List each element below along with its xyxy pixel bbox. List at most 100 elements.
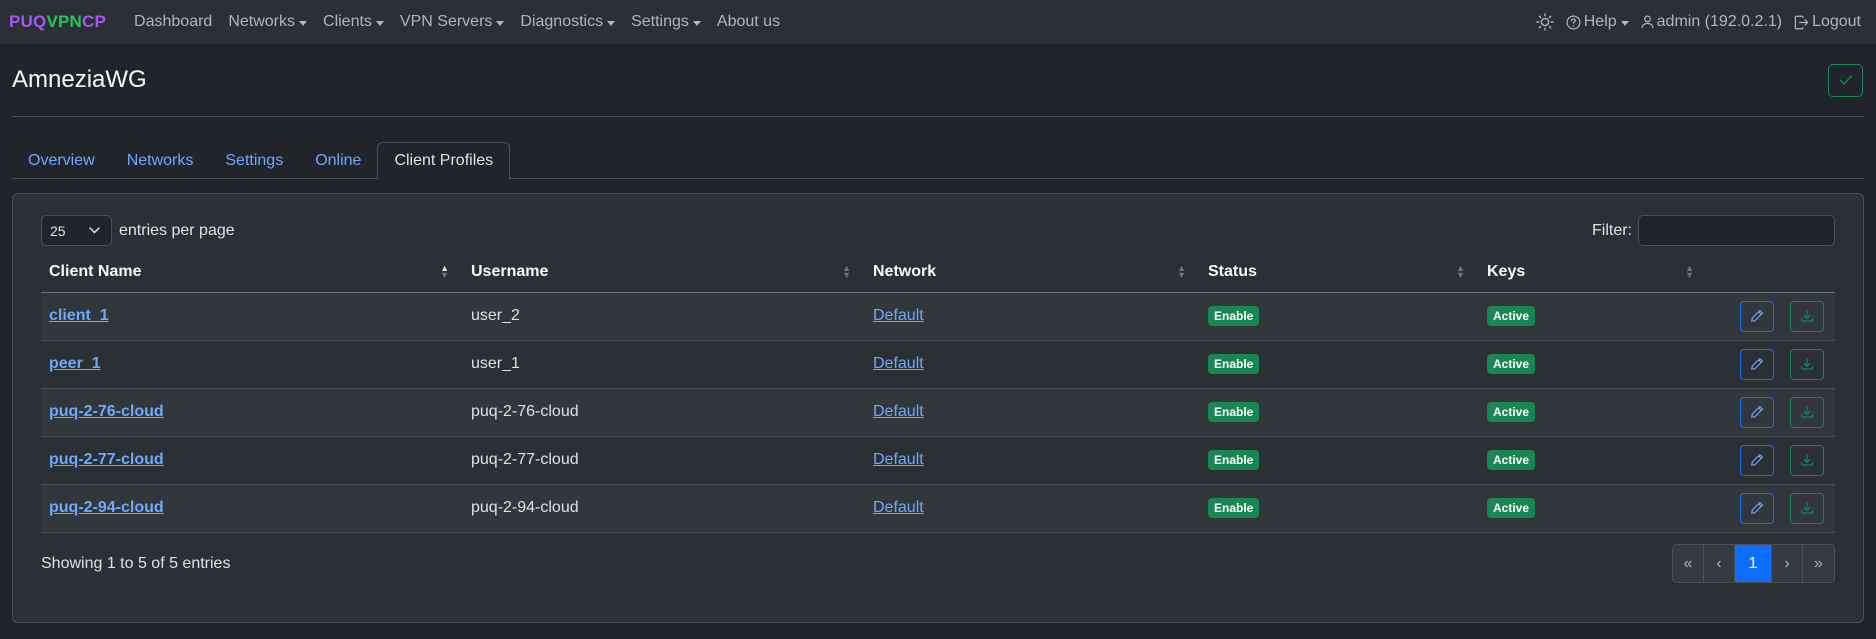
logout-label: Logout (1812, 13, 1861, 30)
pencil-icon (1750, 453, 1764, 467)
nav-item-diagnostics[interactable]: Diagnostics (512, 13, 623, 31)
previous-page-button[interactable]: ‹ (1704, 545, 1735, 582)
status-badge: Enable (1208, 306, 1260, 326)
edit-button[interactable] (1740, 444, 1774, 476)
column-header-network[interactable]: Network ▲ ▼ (865, 253, 1200, 293)
client-name-link[interactable]: peer_1 (49, 355, 101, 372)
tab-online[interactable]: Online (299, 142, 377, 179)
row-actions (1716, 444, 1827, 476)
client-name-link[interactable]: puq-2-77-cloud (49, 451, 164, 468)
page-button[interactable]: 1 (1735, 545, 1772, 582)
filter-label: Filter: (1592, 221, 1632, 239)
first-page-button[interactable]: « (1673, 545, 1704, 582)
client-name-link[interactable]: puq-2-76-cloud (49, 403, 164, 420)
edit-button[interactable] (1740, 492, 1774, 524)
person-icon (1641, 15, 1654, 29)
question-circle-icon (1566, 15, 1581, 30)
network-link[interactable]: Default (873, 355, 924, 372)
last-page-button[interactable]: » (1803, 545, 1834, 582)
nav-item-label: Networks (228, 13, 296, 30)
page-length-control: 25 entries per page (41, 215, 235, 246)
client-name-link[interactable]: client_1 (49, 307, 109, 324)
chevron-down-icon (89, 227, 100, 234)
nav-item-label: About us (716, 13, 781, 30)
keys-badge: Active (1487, 450, 1536, 470)
edit-button[interactable] (1740, 396, 1774, 428)
tab-settings[interactable]: Settings (209, 142, 299, 179)
user-label: admin (192.0.2.1) (1656, 13, 1783, 30)
keys-badge: Active (1487, 498, 1536, 518)
sort-icon: ▲ ▼ (1456, 263, 1465, 281)
edit-button[interactable] (1740, 300, 1774, 332)
next-page-button[interactable]: › (1772, 545, 1803, 582)
pencil-icon (1750, 405, 1764, 419)
brand-logo[interactable]: PUQ VPN CP (9, 12, 106, 32)
nav-item-clients[interactable]: Clients (315, 13, 392, 31)
check-icon (1839, 75, 1852, 85)
download-button[interactable] (1790, 396, 1824, 428)
download-button[interactable] (1790, 492, 1824, 524)
nav-item-vpn-servers[interactable]: VPN Servers (392, 13, 512, 31)
main-content: AmneziaWG Overview Networks Settings Online… (0, 44, 1876, 623)
nav-item-label: VPN Servers (399, 13, 493, 30)
status-badge: Enable (1208, 402, 1260, 422)
sort-icon: ▲ ▼ (440, 263, 449, 281)
main-menu: Dashboard Networks Clients VPN Servers Diagn… (126, 13, 788, 31)
row-actions (1716, 348, 1827, 380)
row-actions (1716, 300, 1827, 332)
chevron-down-icon (496, 20, 505, 26)
network-link[interactable]: Default (873, 307, 924, 324)
brand-part-1: PUQ (9, 12, 47, 31)
theme-toggle-sun-icon[interactable] (1530, 13, 1560, 31)
pencil-icon (1750, 357, 1764, 371)
chevron-down-icon (692, 20, 701, 26)
nav-item-settings[interactable]: Settings (623, 13, 709, 31)
help-menu[interactable]: Help (1560, 13, 1635, 31)
nav-item-dashboard[interactable]: Dashboard (126, 13, 220, 31)
download-icon (1800, 309, 1814, 323)
nav-item-about-us[interactable]: About us (709, 13, 788, 31)
table-info: Showing 1 to 5 of 5 entries (41, 554, 231, 572)
edit-button[interactable] (1740, 348, 1774, 380)
download-button[interactable] (1790, 300, 1824, 332)
logout-link[interactable]: Logout (1788, 13, 1867, 31)
sort-icon: ▲ ▼ (842, 263, 851, 281)
nav-item-networks[interactable]: Networks (220, 13, 315, 31)
user-menu[interactable]: admin (192.0.2.1) (1635, 13, 1788, 31)
table-row: puq-2-76-cloud puq-2-76-cloud Default Enabl… (41, 388, 1835, 437)
network-link[interactable]: Default (873, 451, 924, 468)
tab-bar: Overview Networks Settings Online Client Pro… (12, 142, 1864, 180)
network-link[interactable]: Default (873, 403, 924, 420)
column-header-actions (1708, 253, 1835, 293)
sort-icon: ▲ ▼ (1685, 263, 1694, 281)
column-header-status[interactable]: Status ▲ ▼ (1200, 253, 1479, 293)
row-actions (1716, 396, 1827, 428)
tab-networks[interactable]: Networks (111, 142, 210, 179)
pencil-icon (1750, 501, 1764, 515)
tab-client-profiles[interactable]: Client Profiles (377, 142, 511, 180)
nav-item-label: Clients (323, 13, 372, 30)
status-ok-button[interactable] (1828, 63, 1863, 97)
column-header-client-name[interactable]: Client Name ▲ ▼ (41, 253, 463, 293)
brand-part-2: VPN (46, 12, 83, 31)
client-profiles-card: 25 entries per page Filter: Client Name ▲… (12, 193, 1864, 623)
nav-item-label: Settings (631, 13, 689, 30)
network-link[interactable]: Default (873, 499, 924, 516)
tab-overview[interactable]: Overview (12, 142, 111, 179)
brand-part-3: CP (82, 12, 107, 31)
download-icon (1800, 453, 1814, 467)
top-navbar: PUQ VPN CP Dashboard Networks Clients VPN Ser… (0, 0, 1876, 44)
row-actions (1716, 492, 1827, 524)
column-header-username[interactable]: Username ▲ ▼ (463, 253, 865, 293)
status-badge: Enable (1208, 498, 1260, 518)
column-header-keys[interactable]: Keys ▲ ▼ (1479, 253, 1708, 293)
download-button[interactable] (1790, 348, 1824, 380)
download-icon (1800, 501, 1814, 515)
download-button[interactable] (1790, 444, 1824, 476)
page-size-select[interactable]: 25 (41, 215, 112, 246)
client-name-link[interactable]: puq-2-94-cloud (49, 499, 164, 516)
logout-icon (1794, 15, 1809, 30)
filter-input[interactable] (1638, 215, 1835, 246)
client-profiles-table: Client Name ▲ ▼ Username ▲ ▼ Network ▲ ▼ Statu… (41, 253, 1835, 533)
chevron-down-icon (1620, 20, 1629, 26)
